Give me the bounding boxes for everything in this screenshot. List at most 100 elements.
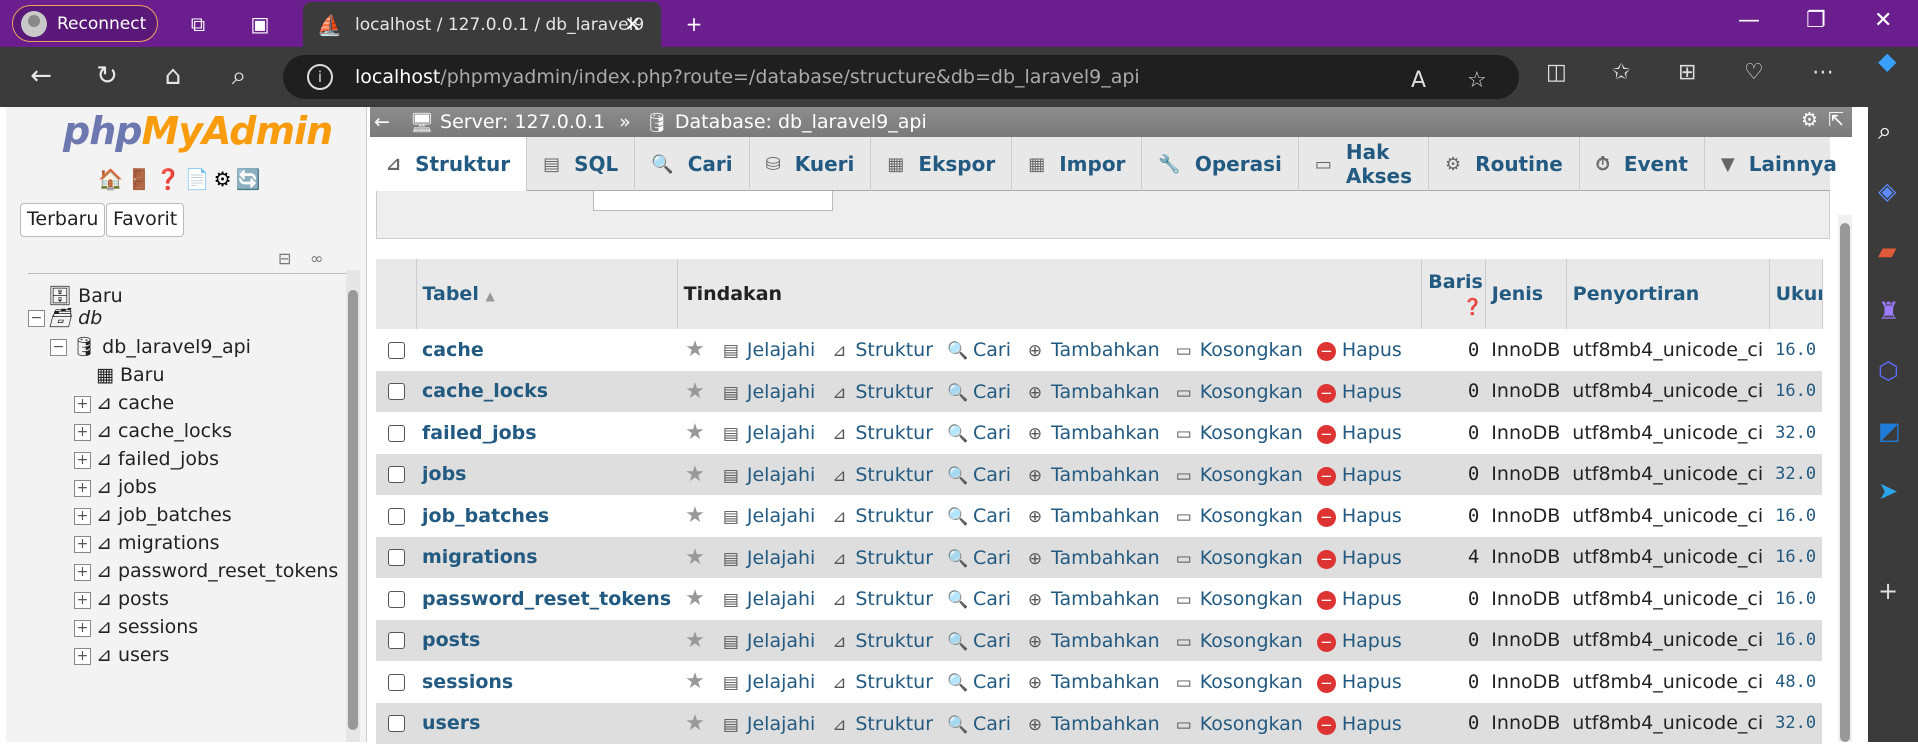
row-checkbox[interactable]: [388, 715, 405, 732]
tab-privileges[interactable]: ▭Hak Akses: [1299, 137, 1429, 191]
drop-link[interactable]: Hapus: [1342, 381, 1402, 403]
tab-actions-icon[interactable]: ▣: [248, 12, 272, 36]
health-icon[interactable]: ♡: [1744, 60, 1764, 85]
search-link[interactable]: Cari: [973, 505, 1011, 527]
table-name-link[interactable]: cache_locks: [422, 380, 548, 402]
browse-link[interactable]: Jelajahi: [747, 713, 815, 735]
drop-link[interactable]: Hapus: [1342, 630, 1402, 652]
insert-link[interactable]: Tambahkan: [1051, 713, 1160, 735]
expand-icon[interactable]: +: [74, 424, 91, 441]
insert-link[interactable]: Tambahkan: [1051, 339, 1160, 361]
table-name-link[interactable]: sessions: [422, 671, 513, 693]
favorite-star-icon[interactable]: ★: [685, 462, 705, 487]
table-name-link[interactable]: jobs: [422, 463, 466, 485]
tab-import[interactable]: ▦Impor: [1012, 137, 1142, 191]
header-type[interactable]: Jenis: [1485, 259, 1566, 329]
breadcrumb-server[interactable]: Server: 127.0.0.1: [440, 111, 605, 133]
empty-link[interactable]: Kosongkan: [1200, 464, 1303, 486]
favorite-star-icon[interactable]: ★: [685, 628, 705, 653]
tree-db-group[interactable]: 🗃 db: [48, 306, 102, 329]
collapse-top-icon[interactable]: ⇱: [1828, 109, 1844, 131]
browse-link[interactable]: Jelajahi: [747, 381, 815, 403]
table-name-link[interactable]: cache: [422, 339, 484, 361]
search-link[interactable]: Cari: [973, 339, 1011, 361]
table-name-link[interactable]: users: [422, 712, 480, 734]
outlook-icon[interactable]: ◩: [1878, 417, 1901, 445]
breadcrumb-database[interactable]: Database: db_laravel9_api: [675, 111, 927, 133]
insert-link[interactable]: Tambahkan: [1051, 464, 1160, 486]
search-link[interactable]: Cari: [973, 588, 1011, 610]
add-sidebar-icon[interactable]: +: [1878, 577, 1898, 605]
search-link[interactable]: Cari: [973, 464, 1011, 486]
settings-icon[interactable]: ⚙: [1801, 109, 1818, 131]
structure-link[interactable]: Struktur: [855, 339, 933, 361]
browse-link[interactable]: Jelajahi: [747, 505, 815, 527]
split-screen-icon[interactable]: ◫: [1546, 60, 1567, 85]
row-checkbox[interactable]: [388, 508, 405, 525]
browse-link[interactable]: Jelajahi: [747, 547, 815, 569]
minimize-icon[interactable]: —: [1738, 8, 1760, 33]
search-link[interactable]: Cari: [973, 422, 1011, 444]
empty-link[interactable]: Kosongkan: [1200, 588, 1303, 610]
favorite-star-icon[interactable]: ☆: [1467, 68, 1487, 93]
row-checkbox[interactable]: [388, 632, 405, 649]
structure-link[interactable]: Struktur: [855, 381, 933, 403]
insert-link[interactable]: Tambahkan: [1051, 381, 1160, 403]
home-icon[interactable]: 🏠: [98, 167, 127, 191]
back-icon[interactable]: ←: [24, 61, 58, 91]
tab-events[interactable]: ⏱Event: [1580, 137, 1705, 191]
table-name-link[interactable]: failed_jobs: [422, 422, 537, 444]
favorite-star-icon[interactable]: ★: [685, 545, 705, 570]
tree-table[interactable]: ⊿ jobs: [96, 476, 157, 498]
tree-table[interactable]: ⊿ cache: [96, 392, 174, 414]
workspaces-icon[interactable]: ⧉: [186, 12, 210, 36]
new-tab-icon[interactable]: +: [682, 12, 706, 36]
table-name-link[interactable]: migrations: [422, 546, 538, 568]
structure-link[interactable]: Struktur: [855, 671, 933, 693]
shopping-icon[interactable]: ◈: [1878, 177, 1896, 205]
insert-link[interactable]: Tambahkan: [1051, 547, 1160, 569]
favorite-star-icon[interactable]: ★: [685, 503, 705, 528]
more-menu-icon[interactable]: ⋯: [1812, 60, 1834, 85]
browse-link[interactable]: Jelajahi: [747, 464, 815, 486]
insert-link[interactable]: Tambahkan: [1051, 671, 1160, 693]
insert-link[interactable]: Tambahkan: [1051, 588, 1160, 610]
tree-table[interactable]: ⊿ sessions: [96, 616, 198, 638]
row-checkbox[interactable]: [388, 383, 405, 400]
tree-table[interactable]: ⊿ users: [96, 644, 169, 666]
close-window-icon[interactable]: ✕: [1874, 8, 1892, 33]
row-checkbox[interactable]: [388, 549, 405, 566]
structure-link[interactable]: Struktur: [855, 713, 933, 735]
drop-link[interactable]: Hapus: [1342, 339, 1402, 361]
insert-link[interactable]: Tambahkan: [1051, 505, 1160, 527]
favorite-star-icon[interactable]: ★: [685, 379, 705, 404]
telegram-icon[interactable]: ➤: [1878, 477, 1898, 505]
search-link[interactable]: Cari: [973, 547, 1011, 569]
close-tab-icon[interactable]: ✕: [624, 12, 641, 36]
tree-new-db[interactable]: 🗄 Baru: [48, 284, 123, 307]
drop-link[interactable]: Hapus: [1342, 671, 1402, 693]
expand-icon[interactable]: +: [74, 648, 91, 665]
main-scrollbar[interactable]: [1838, 215, 1852, 742]
search-icon[interactable]: ⌕: [222, 61, 256, 92]
header-collation[interactable]: Penyortiran: [1566, 259, 1769, 329]
recent-button[interactable]: Terbaru: [20, 203, 105, 237]
search-link[interactable]: Cari: [973, 713, 1011, 735]
tab-routines[interactable]: ⚙Routine: [1429, 137, 1580, 191]
expand-icon[interactable]: +: [74, 480, 91, 497]
table-name-link[interactable]: job_batches: [422, 505, 549, 527]
expand-icon[interactable]: +: [74, 396, 91, 413]
refresh-icon[interactable]: ↻: [90, 61, 124, 91]
tab-structure[interactable]: ⊿Struktur: [370, 137, 527, 191]
url-field[interactable]: i localhost/phpmyadmin/index.php?route=/…: [283, 55, 1519, 99]
row-checkbox[interactable]: [388, 674, 405, 691]
expand-icon[interactable]: +: [74, 620, 91, 637]
drop-link[interactable]: Hapus: [1342, 547, 1402, 569]
insert-link[interactable]: Tambahkan: [1051, 630, 1160, 652]
tree-database[interactable]: 🛢 db_laravel9_api: [72, 335, 251, 358]
site-info-icon[interactable]: i: [307, 64, 333, 90]
favorite-star-icon[interactable]: ★: [685, 337, 705, 362]
browser-tab[interactable]: ⛵ localhost / 127.0.0.1 / db_laravel9 ✕: [303, 2, 661, 47]
expand-icon[interactable]: +: [74, 508, 91, 525]
structure-link[interactable]: Struktur: [855, 547, 933, 569]
